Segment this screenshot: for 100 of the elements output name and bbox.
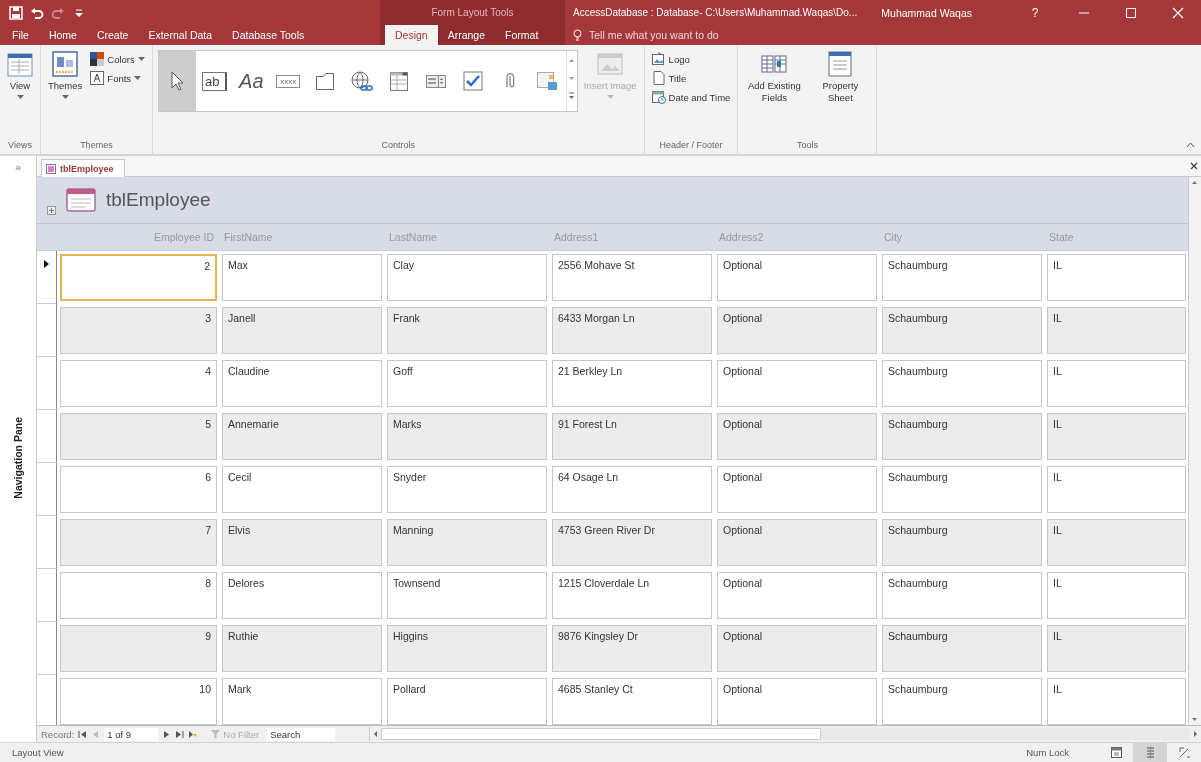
field-cell[interactable]: Schaumburg	[882, 466, 1042, 513]
field-cell[interactable]: 4	[60, 360, 217, 407]
field-cell[interactable]: 2	[60, 254, 217, 301]
ribbon-button[interactable]: Date and Time	[649, 89, 733, 105]
field-cell[interactable]: Max	[222, 254, 382, 301]
field-cell[interactable]: IL	[1047, 254, 1186, 301]
record-selector[interactable]	[37, 304, 57, 357]
field-cell[interactable]: Schaumburg	[882, 307, 1042, 354]
record-selector[interactable]	[37, 622, 57, 675]
help-button[interactable]: ?	[1010, 0, 1060, 25]
ribbon-button[interactable]: Fonts	[88, 70, 147, 86]
record-selector[interactable]	[37, 410, 57, 463]
ribbon-button[interactable]: Property Sheet	[809, 49, 872, 106]
ribbon-button[interactable]: View	[5, 49, 35, 102]
field-cell[interactable]: Schaumburg	[882, 572, 1042, 619]
field-cell[interactable]: Optional	[717, 678, 877, 725]
field-cell[interactable]: Optional	[717, 360, 877, 407]
ribbon-tab[interactable]: Design	[385, 25, 438, 45]
record-selector[interactable]	[37, 463, 57, 516]
field-cell[interactable]: Schaumburg	[882, 413, 1042, 460]
record-selector[interactable]	[37, 251, 57, 304]
field-cell[interactable]: Cecil	[222, 466, 382, 513]
expand-toggle[interactable]: »	[14, 156, 22, 173]
field-cell[interactable]: Schaumburg	[882, 519, 1042, 566]
field-cell[interactable]: Optional	[717, 466, 877, 513]
ribbon-tab[interactable]: Database Tools	[222, 25, 315, 45]
field-cell[interactable]: 5	[60, 413, 217, 460]
field-cell[interactable]: Delores	[222, 572, 382, 619]
field-cell[interactable]: Optional	[717, 254, 877, 301]
field-cell[interactable]: 4685 Stanley Ct	[552, 678, 712, 725]
field-cell[interactable]: Schaumburg	[882, 360, 1042, 407]
record-selector[interactable]	[37, 569, 57, 622]
field-cell[interactable]: IL	[1047, 625, 1186, 672]
field-cell[interactable]: 3	[60, 307, 217, 354]
record-selector[interactable]	[37, 357, 57, 410]
field-cell[interactable]: 4753 Green River Dr	[552, 519, 712, 566]
field-cell[interactable]: Marks	[387, 413, 547, 460]
field-cell[interactable]: Townsend	[387, 572, 547, 619]
save-icon[interactable]	[9, 5, 23, 20]
tell-me-field[interactable]: Tell me what you want to do	[587, 28, 811, 42]
field-cell[interactable]: Optional	[717, 625, 877, 672]
field-cell[interactable]: IL	[1047, 519, 1186, 566]
field-cell[interactable]: 21 Berkley Ln	[552, 360, 712, 407]
collapse-ribbon-icon[interactable]	[1186, 142, 1195, 148]
first-record-icon[interactable]	[78, 729, 88, 739]
field-cell[interactable]: Frank	[387, 307, 547, 354]
ribbon-tab[interactable]: External Data	[138, 25, 223, 45]
field-cell[interactable]: Optional	[717, 572, 877, 619]
ribbon-tab[interactable]: File	[2, 25, 39, 45]
undo-icon[interactable]	[30, 5, 44, 20]
field-cell[interactable]: Pollard	[387, 678, 547, 725]
record-selector[interactable]	[37, 516, 57, 569]
field-cell[interactable]: Elvis	[222, 519, 382, 566]
close-icon[interactable]	[1190, 162, 1198, 170]
field-cell[interactable]: 6	[60, 466, 217, 513]
ribbon-button[interactable]: Themes	[46, 49, 85, 102]
field-cell[interactable]: Higgins	[387, 625, 547, 672]
field-cell[interactable]: IL	[1047, 360, 1186, 407]
new-record-icon[interactable]	[188, 729, 198, 739]
layout-selector-icon[interactable]	[47, 206, 56, 215]
field-cell[interactable]: Goff	[387, 360, 547, 407]
field-cell[interactable]: Ruthie	[222, 625, 382, 672]
field-cell[interactable]: 64 Osage Ln	[552, 466, 712, 513]
field-cell[interactable]: 10	[60, 678, 217, 725]
ribbon-tab[interactable]: Create	[86, 25, 139, 45]
field-cell[interactable]: Optional	[717, 519, 877, 566]
field-cell[interactable]: Snyder	[387, 466, 547, 513]
field-cell[interactable]: Optional	[717, 307, 877, 354]
ribbon-button[interactable]: Title	[649, 70, 733, 86]
field-cell[interactable]: 9	[60, 625, 217, 672]
last-record-icon[interactable]	[175, 729, 185, 739]
record-position-field[interactable]: 1 of 9	[104, 727, 159, 741]
field-cell[interactable]: Claudine	[222, 360, 382, 407]
field-cell[interactable]: IL	[1047, 572, 1186, 619]
field-cell[interactable]: Schaumburg	[882, 254, 1042, 301]
field-cell[interactable]: Manning	[387, 519, 547, 566]
field-cell[interactable]: Optional	[717, 413, 877, 460]
field-cell[interactable]: IL	[1047, 307, 1186, 354]
field-cell[interactable]: Schaumburg	[882, 678, 1042, 725]
field-cell[interactable]: Schaumburg	[882, 625, 1042, 672]
ribbon-button[interactable]: Add Existing Fields	[743, 49, 806, 106]
field-cell[interactable]: 1215 Cloverdale Ln	[552, 572, 712, 619]
ribbon-tab[interactable]: Arrange	[437, 25, 496, 45]
field-cell[interactable]: 2556 Mohave St	[552, 254, 712, 301]
field-cell[interactable]: 6433 Morgan Ln	[552, 307, 712, 354]
field-cell[interactable]: IL	[1047, 413, 1186, 460]
ribbon-tab[interactable]: Home	[38, 25, 87, 45]
field-cell[interactable]: 8	[60, 572, 217, 619]
field-cell[interactable]: Annemarie	[222, 413, 382, 460]
document-tab[interactable]: tblEmployee	[41, 159, 125, 177]
field-cell[interactable]: 9876 Kingsley Dr	[552, 625, 712, 672]
field-cell[interactable]: IL	[1047, 678, 1186, 725]
ribbon-tab[interactable]: Format	[495, 25, 549, 45]
field-cell[interactable]: Clay	[387, 254, 547, 301]
field-cell[interactable]: IL	[1047, 466, 1186, 513]
field-cell[interactable]: Mark	[222, 678, 382, 725]
ribbon-button[interactable]: Logo	[649, 51, 733, 67]
navigation-pane-label[interactable]: Navigation Pane	[12, 416, 24, 499]
search-field[interactable]: Search	[267, 727, 336, 741]
field-cell[interactable]: 7	[60, 519, 217, 566]
